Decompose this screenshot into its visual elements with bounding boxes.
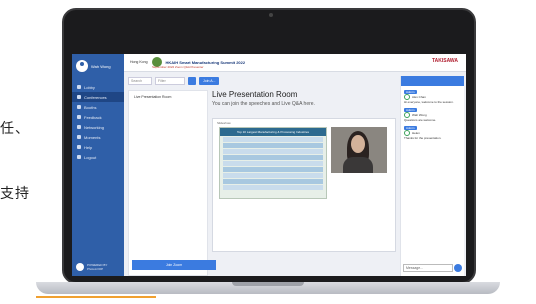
banner-org: Hong Kong xyxy=(130,60,148,64)
logout-icon xyxy=(77,155,81,159)
speaker-body xyxy=(343,157,373,173)
slide-row xyxy=(223,167,323,172)
booth-icon xyxy=(77,105,81,109)
home-icon xyxy=(77,85,81,89)
filter-select[interactable]: Filter xyxy=(155,77,185,85)
chat-author: Helen xyxy=(412,130,420,135)
chat-text: Hi everyone, welcome to the session. xyxy=(404,100,454,104)
chat-text: Questions are welcome. xyxy=(404,118,437,122)
powered-by: POWERED BY PhotoLOOP xyxy=(76,263,107,271)
event-banner: Hong Kong HKAIH Smart Manufacturing Summ… xyxy=(124,54,466,72)
video-label: Slideshow xyxy=(217,121,231,125)
page-title: Live Presentation Room xyxy=(212,90,298,99)
chat-header xyxy=(401,76,464,86)
slide-row xyxy=(223,161,323,166)
camera-icon xyxy=(269,13,273,17)
chat-author: Wah Wong xyxy=(412,112,427,117)
chat-text: Thanks for the presentation. xyxy=(404,136,442,140)
speaker-face xyxy=(351,135,365,153)
banner-sponsor: TAKISAWA xyxy=(431,58,458,64)
stage: 任、 支持 Wah Wong Lobby Conferences Booths … xyxy=(0,0,536,304)
page-underline xyxy=(36,296,156,298)
sidebar-item-lobby[interactable]: Lobby xyxy=(72,82,124,92)
room-button[interactable]: Join A... xyxy=(199,77,220,85)
chat-author: Alex Chan xyxy=(412,94,426,99)
powered-brand: PhotoLOOP xyxy=(87,267,104,271)
slide-row xyxy=(223,143,323,148)
help-icon xyxy=(77,145,81,149)
brand-logo-icon xyxy=(76,263,84,271)
banner-subtitle: September 2022 Zoom Q&A Presenter xyxy=(152,65,204,69)
chat-message: Admin Wah Wong Questions are welcome. xyxy=(404,108,461,122)
chat-message: Admin Alex Chan Hi everyone, welcome to … xyxy=(404,90,461,104)
banner-title: HKAIH Smart Manufacturing Summit 2022 xyxy=(165,59,246,65)
user-name: Wah Wong xyxy=(91,63,111,69)
session-list: Live Presentation Room xyxy=(128,90,208,276)
laptop-screen: Wah Wong Lobby Conferences Booths Feedba… xyxy=(72,54,466,276)
sidebar-item-booths[interactable]: Booths xyxy=(72,102,124,112)
speaker-webcam xyxy=(331,127,387,173)
slide-title: Top 10 Largest Manufacturing & Processin… xyxy=(220,128,326,136)
presentation-room: Live Presentation Room You can join the … xyxy=(212,90,396,276)
chat-panel: Admin Alex Chan Hi everyone, welcome to … xyxy=(400,76,464,276)
toolbar: Search Filter Join A... xyxy=(128,76,328,86)
presentation-icon xyxy=(77,95,81,99)
filter-button[interactable] xyxy=(188,77,196,85)
sidebar-item-help[interactable]: Help xyxy=(72,142,124,152)
sidebar-item-feedback[interactable]: Feedback xyxy=(72,112,124,122)
sidebar-item-networking[interactable]: Networking xyxy=(72,122,124,132)
page-subtitle: You can join the speeches and Live Q&A h… xyxy=(212,101,315,107)
video-panel[interactable]: Slideshow Top 10 Largest Manufacturing &… xyxy=(212,118,396,252)
page-text-2: 支持 xyxy=(0,186,30,202)
page-text-1: 任、 xyxy=(0,121,30,137)
slide-row xyxy=(223,155,323,160)
slide-row xyxy=(223,173,323,178)
slide-row xyxy=(223,185,323,190)
list-item[interactable]: Live Presentation Room xyxy=(129,91,207,103)
camera-icon xyxy=(77,135,81,139)
avatar[interactable] xyxy=(76,60,88,72)
user-profile[interactable]: Wah Wong xyxy=(76,60,111,72)
network-icon xyxy=(77,125,81,129)
send-icon[interactable] xyxy=(454,264,462,272)
search-input[interactable]: Search xyxy=(128,77,152,85)
sidebar-item-moments[interactable]: Moments xyxy=(72,132,124,142)
slide-row xyxy=(223,179,323,184)
feedback-icon xyxy=(77,115,81,119)
join-zoom-button[interactable]: Join Zoom xyxy=(132,260,216,270)
slide-row xyxy=(223,149,323,154)
chat-message: Admin Helen Thanks for the presentation. xyxy=(404,126,461,140)
sidebar-item-conferences[interactable]: Conferences xyxy=(72,92,124,102)
slide-preview: Top 10 Largest Manufacturing & Processin… xyxy=(219,127,327,199)
chat-input[interactable]: Message... xyxy=(403,264,453,272)
sidebar: Wah Wong Lobby Conferences Booths Feedba… xyxy=(72,54,124,276)
slide-row xyxy=(223,137,323,142)
sidebar-nav: Lobby Conferences Booths Feedback Networ… xyxy=(72,82,124,162)
sidebar-item-logout[interactable]: Logout xyxy=(72,152,124,162)
laptop-notch xyxy=(232,282,304,286)
